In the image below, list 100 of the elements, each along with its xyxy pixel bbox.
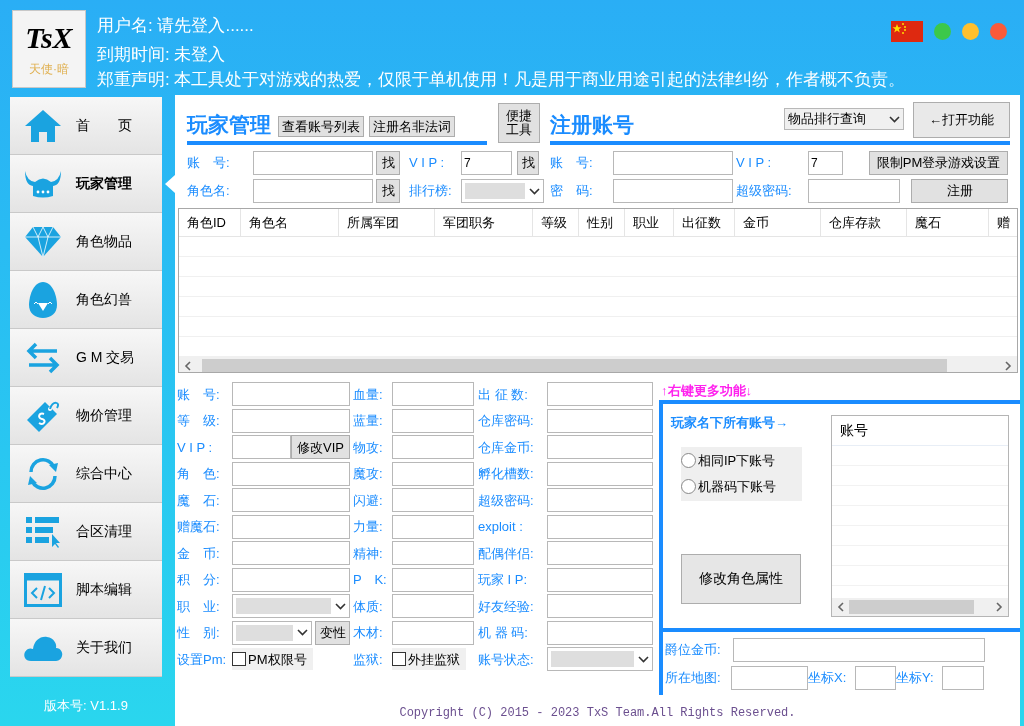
chevron-right-icon[interactable] [996, 602, 1003, 612]
field-label: 爵位金币: [665, 640, 722, 659]
header-text: 郑重声明: 本工具处于对游戏的热爱，仅限于单机使用！凡是用于商业用途引起的法律纠纷，作者概不负责。 [97, 69, 907, 91]
dropdown[interactable]: 物品排行查询 [784, 108, 904, 130]
chevron-left-icon[interactable] [837, 602, 844, 612]
section-title: 玩家名下所有账号→ [671, 414, 789, 432]
column-header[interactable]: 赠 [989, 209, 1017, 237]
input-field[interactable] [392, 488, 474, 513]
input-field[interactable] [232, 567, 350, 592]
input-field[interactable] [232, 408, 350, 433]
input-field[interactable] [547, 541, 653, 566]
sidebar-item[interactable]: 首 页 [10, 97, 162, 155]
header-text: 到期时间: 未登入 [97, 44, 227, 66]
input-field[interactable] [392, 594, 474, 619]
action-button[interactable]: 注册 [911, 179, 1008, 203]
input-field[interactable] [392, 435, 474, 460]
action-button[interactable]: 限制PM登录游戏设置 [869, 151, 1008, 175]
column-header[interactable]: 等级 [533, 209, 579, 237]
input-field[interactable] [392, 408, 474, 433]
sidebar-item[interactable]: 角色物品 [10, 213, 162, 271]
radio-button[interactable]: 相同IP下账号 [681, 450, 802, 471]
input-field[interactable] [547, 461, 653, 486]
sidebar-item[interactable]: 脚本编辑 [10, 561, 162, 619]
column-header[interactable]: 角色ID [179, 209, 241, 237]
sidebar-item[interactable]: 关于我们 [10, 619, 162, 677]
input-field[interactable] [232, 488, 350, 513]
input-field[interactable] [547, 488, 653, 513]
input-field[interactable] [613, 151, 733, 175]
input-field[interactable] [855, 665, 896, 690]
sidebar-item[interactable]: 综合中心 [10, 445, 162, 503]
field-label: 闪避: [353, 491, 384, 510]
input-field[interactable] [942, 665, 984, 690]
input-field[interactable] [232, 435, 291, 460]
input-field[interactable] [731, 665, 808, 690]
input-field[interactable] [232, 514, 350, 539]
action-button[interactable]: 找 [376, 179, 400, 203]
input-field[interactable] [547, 382, 653, 407]
scrollbar-thumb[interactable] [849, 600, 974, 614]
sidebar-item[interactable]: 物价管理 [10, 387, 162, 445]
input-field[interactable] [547, 514, 653, 539]
input-field[interactable]: 7 [461, 151, 512, 175]
field-label: 监狱: [353, 650, 384, 669]
action-button[interactable]: 变性 [315, 620, 350, 645]
horizontal-scrollbar[interactable] [832, 598, 1008, 616]
action-button[interactable]: 修改VIP [291, 435, 350, 460]
dropdown[interactable] [232, 594, 350, 619]
chevron-left-icon[interactable] [184, 360, 191, 371]
checkbox[interactable]: 外挂监狱 [392, 648, 466, 671]
column-header[interactable]: 所属军团 [339, 209, 435, 237]
input-field[interactable] [392, 620, 474, 645]
input-field[interactable] [253, 151, 373, 175]
sidebar-item[interactable]: 角色幻兽 [10, 271, 162, 329]
action-button[interactable]: 查看账号列表 [278, 116, 364, 137]
input-field[interactable] [253, 179, 373, 203]
input-field[interactable] [613, 179, 733, 203]
column-header[interactable]: 职业 [625, 209, 674, 237]
input-field[interactable] [547, 594, 653, 619]
dropdown[interactable] [547, 647, 653, 672]
input-field[interactable] [232, 382, 350, 407]
column-header[interactable]: 金币 [735, 209, 821, 237]
field-label: 坐标Y: [896, 668, 935, 687]
input-field[interactable] [392, 567, 474, 592]
horizontal-scrollbar[interactable] [179, 357, 1017, 372]
input-field[interactable] [232, 461, 350, 486]
field-label: 机 器 码: [478, 624, 529, 642]
column-header[interactable]: 性别 [579, 209, 625, 237]
input-field[interactable] [547, 567, 653, 592]
sidebar-item[interactable]: G M 交易 [10, 329, 162, 387]
action-button[interactable]: 找 [376, 151, 400, 175]
column-header[interactable]: 出征数 [674, 209, 735, 237]
column-header[interactable]: 军团职务 [435, 209, 533, 237]
dropdown[interactable] [232, 620, 312, 645]
input-field[interactable] [733, 637, 985, 662]
modify-attributes-button[interactable]: 修改角色属性 [681, 553, 801, 604]
input-field[interactable] [392, 382, 474, 407]
dropdown[interactable] [461, 179, 544, 203]
input-field[interactable] [547, 620, 653, 645]
column-header[interactable]: 魔石 [907, 209, 989, 237]
input-field[interactable] [547, 408, 653, 433]
input-field[interactable] [392, 514, 474, 539]
sidebar-item[interactable]: 合区清理 [10, 503, 162, 561]
checkbox[interactable]: PM权限号 [232, 648, 313, 671]
chevron-right-icon[interactable] [1005, 360, 1012, 371]
open-function-button[interactable]: ←打开功能 [913, 102, 1010, 138]
input-field[interactable]: 7 [808, 151, 843, 175]
field-label: 账号状态: [478, 650, 535, 669]
column-header[interactable]: 仓库存款 [821, 209, 907, 237]
column-header[interactable]: 角色名 [241, 209, 339, 237]
scrollbar-thumb[interactable] [202, 359, 947, 372]
input-field[interactable] [547, 435, 653, 460]
radio-button[interactable]: 机器码下账号 [681, 476, 802, 497]
action-button[interactable]: 找 [517, 151, 539, 175]
action-button[interactable]: 注册名非法词 [369, 116, 455, 137]
column-header[interactable]: 账号 [832, 416, 1008, 446]
quick-tools-button[interactable]: 便捷工具 [498, 103, 540, 143]
input-field[interactable] [392, 461, 474, 486]
input-field[interactable] [392, 541, 474, 566]
flag-icon[interactable] [891, 21, 923, 42]
input-field[interactable] [808, 179, 900, 203]
input-field[interactable] [232, 541, 350, 566]
